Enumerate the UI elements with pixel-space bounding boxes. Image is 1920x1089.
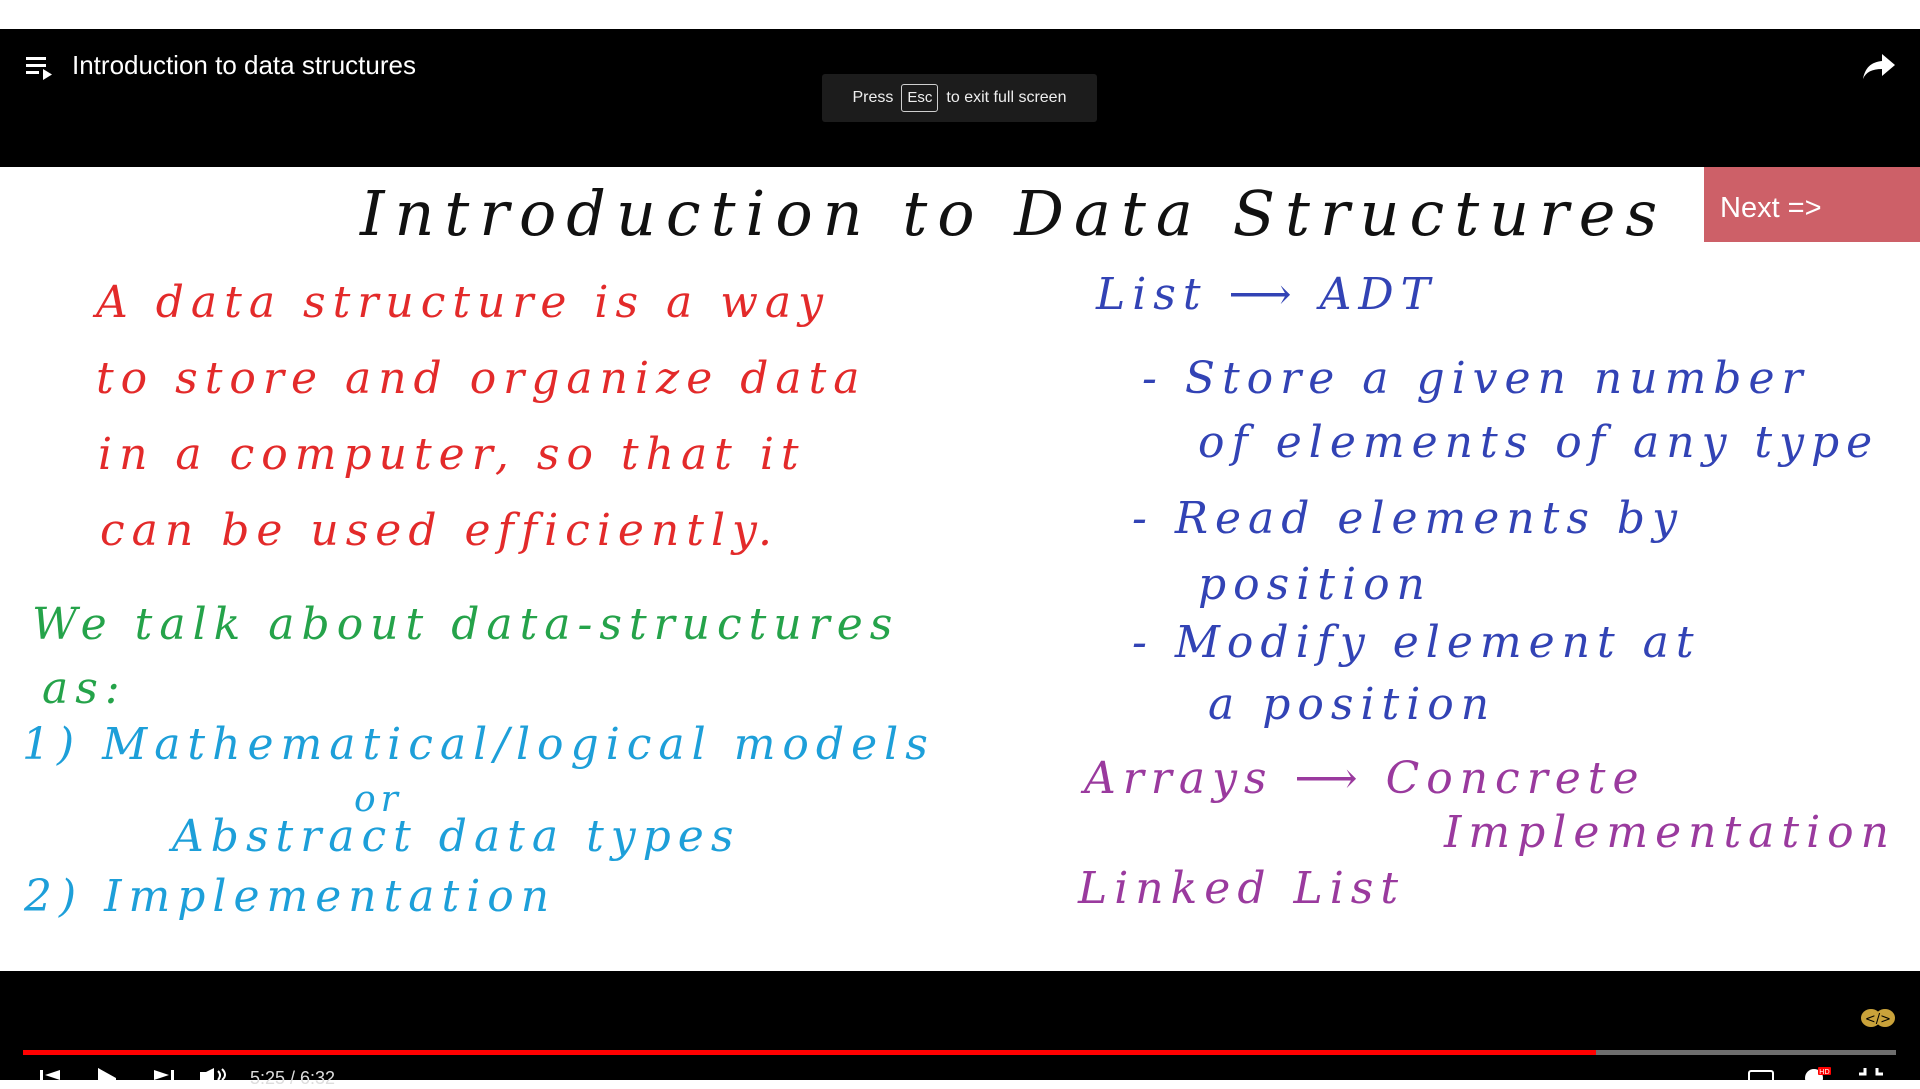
talk-line: We talk about data-structures <box>32 599 900 650</box>
model-1-line: 1) Mathematical/logical models <box>22 719 935 770</box>
fullscreen-exit-icon[interactable] <box>1858 1068 1884 1080</box>
playlist-icon[interactable] <box>26 55 54 81</box>
talk-line: as: <box>42 663 127 714</box>
list-heading: List ⟶ ADT <box>1096 269 1438 320</box>
list-item: a position <box>1208 679 1497 730</box>
play-icon[interactable] <box>96 1068 118 1080</box>
linked-list-line: Linked List <box>1078 863 1406 914</box>
video-title[interactable]: Introduction to data structures <box>72 50 416 80</box>
toast-press-text: Press <box>852 89 894 106</box>
next-track-icon[interactable] <box>152 1070 174 1080</box>
list-item: - Read elements by <box>1132 493 1684 544</box>
definition-line: can be used efficiently. <box>100 505 780 556</box>
list-item: - Store a given number <box>1142 353 1810 404</box>
list-item: of elements of any type <box>1198 417 1880 468</box>
esc-key-badge: Esc <box>901 84 939 112</box>
progress-bar[interactable] <box>23 1050 1896 1055</box>
implementation-word: Implementation <box>1444 807 1896 858</box>
definition-line: in a computer, so that it <box>98 429 806 480</box>
video-frame[interactable]: Introduction to Data Structures A data s… <box>0 167 1920 971</box>
share-icon[interactable] <box>1862 52 1896 80</box>
list-item: position <box>1198 559 1432 610</box>
volume-icon[interactable] <box>200 1068 230 1080</box>
channel-watermark-icon[interactable]: </> <box>1860 1006 1896 1030</box>
settings-icon[interactable]: HD <box>1802 1066 1832 1080</box>
top-white-strip <box>0 0 1920 29</box>
definition-line: A data structure is a way <box>96 277 831 328</box>
definition-line: to store and organize data <box>96 353 867 404</box>
toast-suffix-text: to exit full screen <box>946 89 1067 106</box>
subtitles-icon[interactable] <box>1748 1070 1774 1080</box>
model-2-line: 2) Implementation <box>24 871 557 922</box>
time-display: 5:25 / 6:32 <box>250 1068 336 1088</box>
list-item: - Modify element at <box>1132 617 1701 668</box>
svg-text:HD: HD <box>1819 1068 1830 1076</box>
previous-icon[interactable] <box>40 1070 62 1080</box>
exit-fullscreen-toast: Press Esc to exit full screen <box>822 74 1097 122</box>
next-video-button[interactable]: Next => <box>1704 167 1920 242</box>
player-bottom-bar <box>0 971 1920 1080</box>
adt-line: Abstract data types <box>172 811 741 862</box>
svg-text:</>: </> <box>1865 1012 1891 1027</box>
slide-title: Introduction to Data Structures <box>360 177 1668 250</box>
arrays-line: Arrays ⟶ Concrete <box>1084 753 1646 804</box>
progress-played <box>23 1050 1597 1055</box>
